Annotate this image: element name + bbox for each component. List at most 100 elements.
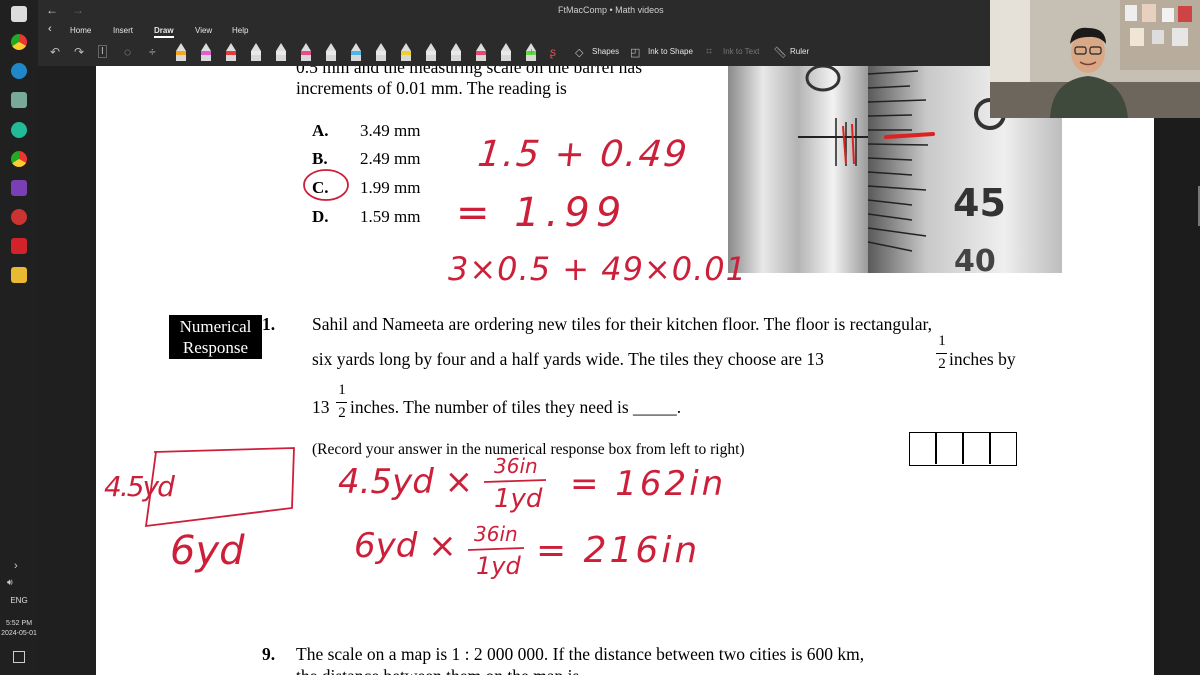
ink-calc-line3: 3×0.5 + 49×0.01 — [448, 250, 747, 288]
notification-icon[interactable] — [13, 651, 25, 663]
ink-conversion2-den: 1yd — [476, 552, 521, 580]
type-select-icon[interactable]: I — [98, 45, 107, 58]
space-icon[interactable]: ÷ — [149, 45, 156, 59]
menu-insert[interactable]: Insert — [113, 26, 133, 35]
pen-tip — [176, 43, 186, 51]
pen-body — [201, 55, 211, 61]
pen-3[interactable] — [226, 43, 236, 63]
pen-2[interactable] — [201, 43, 211, 63]
ink-calc-line1: 1.5 + 0.49 — [475, 134, 691, 175]
presenter-video — [990, 0, 1200, 118]
pen-4[interactable] — [251, 43, 261, 63]
ink-to-text-icon: ⌗ — [706, 46, 713, 58]
ink-circle-option-c — [303, 169, 349, 201]
pen-body — [401, 55, 411, 61]
chrome-icon[interactable] — [11, 34, 27, 50]
taskbar: › 🔊︎ ENG 5:52 PM 2024-05-01 — [0, 0, 38, 675]
pen-9[interactable] — [376, 43, 386, 63]
ink-side-length: 6yd — [170, 528, 245, 574]
pen-12[interactable] — [451, 43, 461, 63]
note-page[interactable]: 0.5 mm and the measuring scale on the ba… — [96, 66, 1154, 675]
ink-to-shape-icon: ◰ — [630, 47, 641, 59]
pen-body — [376, 55, 386, 61]
forward-arrow-icon[interactable]: → — [72, 3, 84, 17]
pen-tip — [326, 43, 336, 51]
question-line1: Sahil and Nameeta are ordering new tiles… — [312, 314, 933, 334]
back-arrow-icon[interactable]: ← — [46, 3, 58, 17]
clock-time[interactable]: 5:52 PM — [0, 620, 38, 627]
ink-to-text-button[interactable]: Ink to Text — [723, 47, 759, 56]
menu-draw[interactable]: Draw — [154, 26, 174, 38]
edge-icon[interactable] — [11, 122, 27, 138]
window-title: FtMacComp • Math videos — [558, 5, 664, 15]
ink-conversion1-result: = 162in — [570, 464, 727, 504]
shapes-icon: ◇ — [575, 47, 584, 59]
onenote-icon[interactable] — [11, 180, 27, 196]
ink-conversion2-num: 36in — [474, 522, 518, 546]
ink-replay-icon[interactable]: ʂ — [550, 45, 556, 59]
pen-tip — [301, 43, 311, 51]
volume-icon[interactable]: 🔊︎ — [7, 577, 13, 588]
right-scroll-panel — [1154, 66, 1200, 675]
ink-fraction-bar — [467, 547, 525, 551]
badge-line2: Response — [182, 338, 249, 357]
clock-date[interactable]: 2024-05-01 — [0, 630, 38, 637]
app-icon[interactable] — [11, 63, 27, 79]
pen-11[interactable] — [426, 43, 436, 63]
question-line2-end: inches by — [949, 349, 1016, 369]
pen-body — [251, 55, 261, 61]
pen-body — [226, 55, 236, 61]
chevron-left-icon[interactable]: ‹ — [48, 23, 52, 35]
menu-help[interactable]: Help — [232, 26, 248, 35]
menu-view[interactable]: View — [195, 26, 212, 35]
ruler-button[interactable]: Ruler — [790, 47, 809, 56]
pen-5[interactable] — [276, 43, 286, 63]
language-indicator[interactable]: ENG — [0, 596, 38, 605]
windows-start-icon[interactable] — [11, 6, 27, 22]
ink-conversion1-num: 36in — [494, 454, 538, 478]
shapes-button[interactable]: Shapes — [592, 47, 619, 56]
pen-tip — [226, 43, 236, 51]
chrome-profile-icon[interactable] — [11, 151, 27, 167]
fraction-bar — [936, 353, 947, 354]
redo-icon[interactable]: ↷ — [74, 45, 84, 59]
pen-10[interactable] — [401, 43, 411, 63]
lasso-icon[interactable]: ◌ — [124, 45, 131, 59]
photos-icon[interactable] — [11, 92, 27, 108]
question-number: 1. — [262, 314, 276, 334]
next-question-number: 9. — [262, 644, 276, 664]
ink-conversion1-den: 1yd — [494, 484, 543, 514]
file-explorer-icon[interactable] — [11, 267, 27, 283]
pen-7[interactable] — [326, 43, 336, 63]
pen-tip — [276, 43, 286, 51]
recorder-icon[interactable] — [11, 209, 27, 225]
question-line2: six yards long by four and a half yards … — [312, 349, 824, 369]
question-line3: inches. The number of tiles they need is… — [350, 397, 682, 417]
pen-8[interactable] — [351, 43, 361, 63]
pen-body — [276, 55, 286, 61]
pen-body — [176, 55, 186, 61]
ruler-icon: 📏︎ — [773, 47, 787, 59]
response-cell-divider — [989, 433, 991, 464]
pen-tip — [426, 43, 436, 51]
pen-tip — [451, 43, 461, 51]
numerical-response-box[interactable] — [909, 432, 1017, 466]
next-question-line2: the distance between them on the map is — [296, 666, 579, 675]
ink-to-shape-button[interactable]: Ink to Shape — [648, 47, 693, 56]
menu-home[interactable]: Home — [70, 26, 91, 35]
chevron-right-icon[interactable]: › — [14, 560, 18, 572]
pen-body — [451, 55, 461, 61]
ink-conversion2-result: = 216in — [536, 530, 701, 571]
pen-13[interactable] — [476, 43, 486, 63]
ink-conversion2: 6yd × — [354, 526, 457, 566]
pen-14[interactable] — [501, 43, 511, 63]
pen-tip — [251, 43, 261, 51]
undo-icon[interactable]: ↶ — [50, 45, 60, 59]
pen-1[interactable] — [176, 43, 186, 63]
fraction-denominator: 2 — [338, 405, 346, 421]
pen-6[interactable] — [301, 43, 311, 63]
pen-tip — [351, 43, 361, 51]
add-pen-icon[interactable]: + — [528, 45, 535, 59]
response-cell-divider — [935, 433, 937, 464]
acrobat-icon[interactable] — [11, 238, 27, 254]
